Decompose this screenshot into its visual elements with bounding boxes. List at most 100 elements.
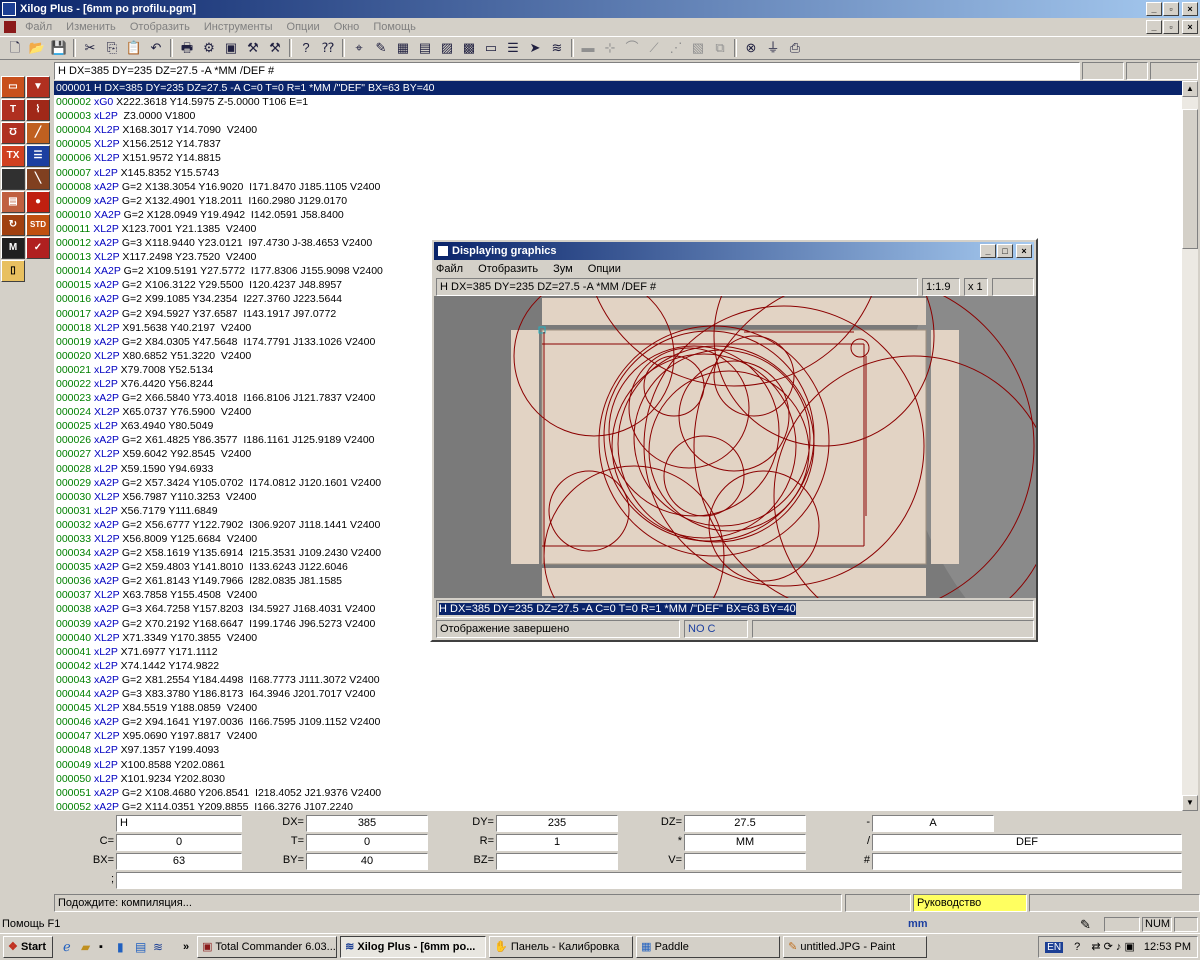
note-tool-icon[interactable]: ▯ xyxy=(1,260,25,282)
saw-tool-icon[interactable]: ⌇ xyxy=(26,99,50,121)
tool-change-icon[interactable]: TX xyxy=(1,145,25,167)
drill-icon[interactable]: ⏚ xyxy=(762,38,784,58)
code-line[interactable]: 000010 XA2P G=2 X128.0949 Y19.4942 I142.… xyxy=(54,208,1182,222)
by-field[interactable]: 40 xyxy=(306,853,428,870)
document-menu-icon[interactable] xyxy=(4,21,16,34)
scroll-up-icon[interactable]: ▲ xyxy=(1182,81,1198,97)
code-line[interactable]: 000047 XL2P X95.0690 Y197.8817 V2400 xyxy=(54,729,1182,743)
menu-view[interactable]: Отобразить xyxy=(130,21,190,33)
paste-icon[interactable]: 📋 xyxy=(123,38,145,58)
h-field[interactable]: H xyxy=(116,815,242,832)
hash-field[interactable] xyxy=(872,853,1182,870)
code-line[interactable]: 000009 xA2P G=2 X132.4901 Y18.2011 I160.… xyxy=(54,194,1182,208)
polyline-tool-icon[interactable]: ⋰ xyxy=(665,38,687,58)
task-total-commander[interactable]: ▣ Total Commander 6.03... xyxy=(197,936,338,958)
doc-minimize-button[interactable]: _ xyxy=(1146,20,1162,34)
monitor-tray-icon[interactable]: ▣ xyxy=(1124,941,1134,953)
stop-icon[interactable]: ⊗ xyxy=(740,38,762,58)
probe-tool-icon[interactable]: ✓ xyxy=(26,237,50,259)
code-line[interactable]: 000045 XL2P X84.5519 Y188.0859 V2400 xyxy=(54,701,1182,715)
arrow-tool-icon[interactable]: ➤ xyxy=(524,38,546,58)
graphics-menu-options[interactable]: Опции xyxy=(588,263,621,275)
code-line[interactable]: 000046 xA2P G=2 X94.1641 Y197.0036 I166.… xyxy=(54,715,1182,729)
cut-line-tool-icon[interactable]: ╱ xyxy=(26,122,50,144)
slope-tool-icon[interactable]: ⟋ xyxy=(643,38,665,58)
graphics-close-button[interactable]: × xyxy=(1016,244,1032,258)
browser-icon[interactable]: ℯ xyxy=(63,939,79,955)
new-file-icon[interactable]: 🗋 xyxy=(4,38,26,58)
task-calibration-panel[interactable]: ✋ Панель - Калибровка xyxy=(489,936,634,958)
scroll-thumb[interactable] xyxy=(1182,109,1198,249)
macro-tool-icon[interactable]: M xyxy=(1,237,25,259)
document-icon[interactable]: ▮ xyxy=(117,940,133,954)
graphics-icon[interactable]: ⌖ xyxy=(348,38,370,58)
t-field[interactable]: 0 xyxy=(306,834,428,851)
compile-icon[interactable]: ⚒ xyxy=(242,38,264,58)
slash-field[interactable]: DEF xyxy=(872,834,1182,851)
restore-button[interactable]: ▫ xyxy=(1163,2,1179,16)
calculator-icon[interactable]: ▤ xyxy=(135,940,151,954)
menu-window[interactable]: Окно xyxy=(334,21,360,33)
doc-restore-button[interactable]: ▫ xyxy=(1163,20,1179,34)
table-icon[interactable]: ▤ xyxy=(414,38,436,58)
folder-icon[interactable]: ▰ xyxy=(81,940,97,954)
code-line[interactable]: 000050 xL2P X101.9234 Y202.8030 xyxy=(54,772,1182,786)
code-line[interactable]: 000041 xL2P X71.6977 Y171.1112 xyxy=(54,645,1182,659)
graphics-minimize-button[interactable]: _ xyxy=(980,244,996,258)
list-icon[interactable]: ☰ xyxy=(502,38,524,58)
help-tray-icon[interactable]: ? xyxy=(1074,941,1080,953)
panel-icon[interactable]: ▭ xyxy=(480,38,502,58)
pocket-tool-icon[interactable]: ▤ xyxy=(1,191,25,213)
dark-tool-icon[interactable] xyxy=(1,168,25,190)
grid-icon[interactable]: ▦ xyxy=(392,38,414,58)
clock[interactable]: 12:53 PM xyxy=(1144,941,1191,953)
dz-field[interactable]: 27.5 xyxy=(684,815,806,832)
graphics-menu-file[interactable]: Файл xyxy=(436,263,463,275)
code-vertical-scrollbar[interactable]: ▲ ▼ xyxy=(1182,81,1198,811)
open-folder-icon[interactable]: 📂 xyxy=(26,38,48,58)
layers-icon[interactable]: ≋ xyxy=(546,38,568,58)
line-tool-icon[interactable]: ▬ xyxy=(577,38,599,58)
mirror-tool-icon[interactable]: ⧉ xyxy=(709,38,731,58)
units-field[interactable]: MM xyxy=(684,834,806,851)
comment-field[interactable] xyxy=(116,872,1182,889)
doc-close-button[interactable]: × xyxy=(1182,20,1198,34)
graphics-menu-view[interactable]: Отобразить xyxy=(478,263,538,275)
code-line[interactable]: 000051 xA2P G=2 X108.4680 Y206.8541 I218… xyxy=(54,786,1182,800)
bz-field[interactable] xyxy=(496,853,618,870)
network-tray-icon[interactable]: ⇄ xyxy=(1091,941,1100,953)
menu-file[interactable]: Файл xyxy=(25,21,52,33)
volume-tray-icon[interactable]: ♪ xyxy=(1116,941,1122,953)
context-help-icon[interactable]: ⁇ xyxy=(317,38,339,58)
machine-icon[interactable]: ▣ xyxy=(220,38,242,58)
save-icon[interactable]: 💾 xyxy=(48,38,70,58)
code-line[interactable]: 000048 xL2P X97.1357 Y199.4093 xyxy=(54,743,1182,757)
update-tray-icon[interactable]: ⟳ xyxy=(1104,941,1113,953)
code-line[interactable]: 000002 xG0 X222.3618 Y14.5975 Z-5.0000 T… xyxy=(54,95,1182,109)
menu-help[interactable]: Помощь xyxy=(373,21,416,33)
point-tool-icon[interactable]: ⊹ xyxy=(599,38,621,58)
menu-edit[interactable]: Изменить xyxy=(66,21,116,33)
code-line[interactable]: 000008 xA2P G=2 X138.3054 Y16.9020 I171.… xyxy=(54,180,1182,194)
cut-icon[interactable]: ✂ xyxy=(79,38,101,58)
code-line[interactable]: 000049 xL2P X100.8588 Y202.0861 xyxy=(54,758,1182,772)
menu-tools[interactable]: Инструменты xyxy=(204,21,273,33)
router-tool-icon[interactable]: Ʊ xyxy=(1,122,25,144)
code-line[interactable]: 000011 XL2P X123.7001 Y21.1385 V2400 xyxy=(54,222,1182,236)
pattern-icon[interactable]: ▩ xyxy=(458,38,480,58)
code-line[interactable]: 000052 xA2P G=2 X114.0351 Y209.8855 I166… xyxy=(54,800,1182,811)
language-indicator[interactable]: EN xyxy=(1045,942,1064,953)
code-line[interactable]: 000044 xA2P G=3 X83.3780 Y186.8173 I64.3… xyxy=(54,687,1182,701)
start-button[interactable]: ❖ Start xyxy=(3,936,53,958)
code-line[interactable]: 000005 XL2P X156.2512 Y14.7837 xyxy=(54,137,1182,151)
scroll-down-icon[interactable]: ▼ xyxy=(1182,795,1198,811)
angle-tool-icon[interactable]: ╲ xyxy=(26,168,50,190)
help-icon[interactable]: ? xyxy=(295,38,317,58)
print-icon[interactable]: 🖶 xyxy=(176,38,198,58)
v-field[interactable] xyxy=(684,853,806,870)
task-xilog-plus[interactable]: ≋ Xilog Plus - [6mm po... xyxy=(340,936,487,958)
bx-field[interactable]: 63 xyxy=(116,853,242,870)
menu-options[interactable]: Опции xyxy=(287,21,320,33)
draw-icon[interactable]: ✎ xyxy=(370,38,392,58)
minus-field[interactable]: A xyxy=(872,815,994,832)
